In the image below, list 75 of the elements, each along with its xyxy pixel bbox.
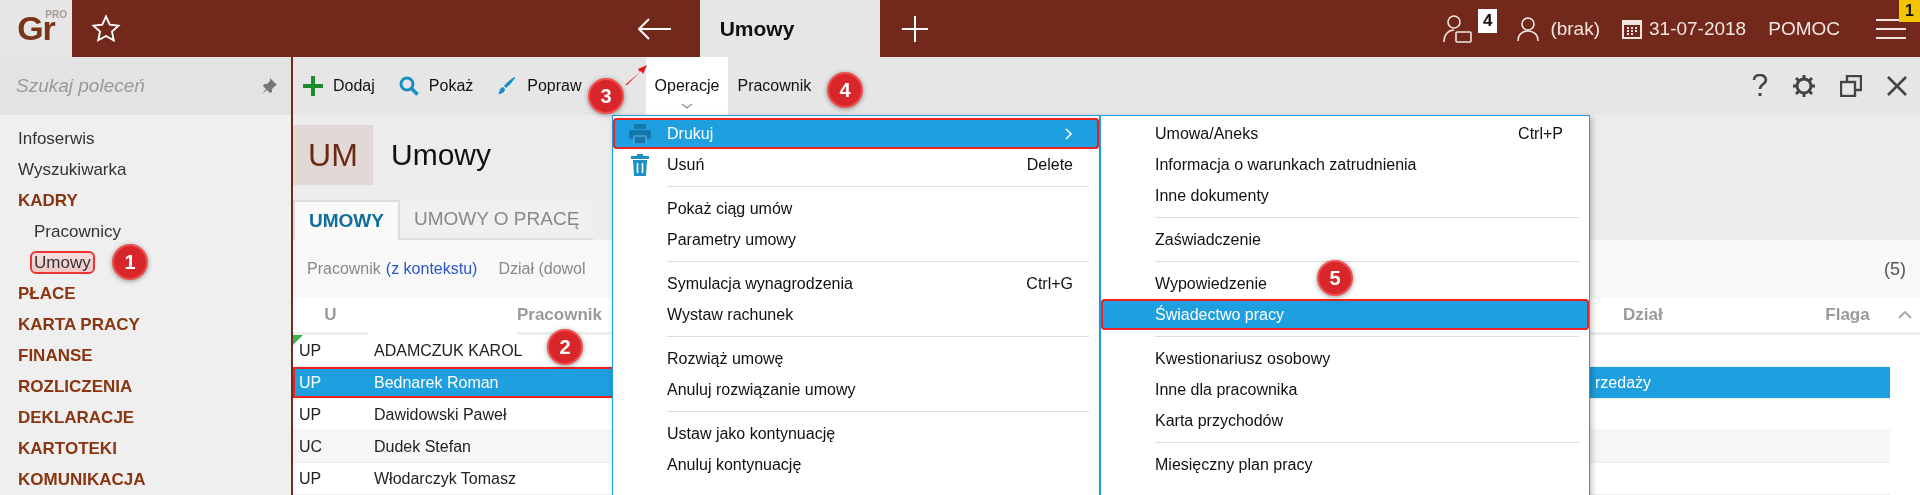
- user-label[interactable]: (brak): [1550, 17, 1600, 40]
- calendar-icon: [1622, 18, 1642, 39]
- printer-icon: [629, 123, 651, 144]
- table-cell: UP: [299, 373, 322, 392]
- menu-item[interactable]: Inne dla pracownika: [1101, 374, 1589, 405]
- menu-item[interactable]: Anuluj rozwiązanie umowy: [613, 374, 1099, 405]
- nav-item[interactable]: Infoserwis: [16, 129, 97, 148]
- record-count: (5): [1884, 258, 1906, 280]
- search-input[interactable]: Szukaj poleceń: [14, 74, 238, 98]
- chevron-down-icon: [681, 103, 693, 109]
- tab[interactable]: UMOWY: [293, 200, 400, 240]
- table-cell: Dawidowski Paweł: [374, 405, 507, 424]
- menu-item[interactable]: Wystaw rachunek: [613, 299, 1099, 330]
- menu-item[interactable]: Usuń Delete: [613, 149, 1099, 180]
- user-card-icon[interactable]: [1443, 13, 1474, 44]
- table-cell: rzedaży: [1595, 373, 1652, 392]
- menu-item[interactable]: Zaświadczenie: [1101, 224, 1589, 255]
- toolbar-button[interactable]: Dodaj: [303, 76, 375, 96]
- table-cell: Włodarczyk Tomasz: [374, 469, 516, 488]
- menu-item[interactable]: Rozwiąż umowę: [613, 343, 1099, 374]
- settings-icon[interactable]: [1792, 74, 1816, 98]
- page-tab[interactable]: Umowy: [699, 0, 880, 57]
- nav-item[interactable]: PŁACE: [16, 284, 78, 303]
- table-cell: Dudek Stefan: [374, 437, 471, 456]
- menu-item[interactable]: Umowa/Aneks Ctrl+P: [1101, 118, 1589, 149]
- plus-icon: [303, 76, 323, 96]
- menu-item[interactable]: Miesięczny plan pracy: [1101, 449, 1589, 480]
- table-cell: Bednarek Roman: [374, 373, 499, 392]
- nav-item[interactable]: KARTOTEKI: [16, 439, 119, 458]
- search-field[interactable]: Szukaj poleceń: [0, 57, 291, 115]
- nav-item[interactable]: DEKLARACJE: [16, 408, 137, 427]
- menu-item[interactable]: Parametry umowy: [613, 224, 1099, 255]
- table-cell: UP: [299, 469, 322, 488]
- module-badge: UM: [293, 125, 373, 185]
- menu-item[interactable]: Pokaż ciąg umów: [613, 193, 1099, 224]
- pointer-arrow: [624, 64, 648, 86]
- help-link[interactable]: POMOC: [1768, 17, 1840, 40]
- menu-item[interactable]: Inne dokumenty: [1101, 180, 1589, 211]
- help-icon[interactable]: [1752, 74, 1768, 98]
- nav-item[interactable]: ROZLICZENIA: [16, 377, 135, 396]
- filter-link[interactable]: (z kontekstu): [385, 260, 478, 278]
- close-icon[interactable]: [1886, 75, 1908, 97]
- nav-item[interactable]: Wyszukiwarka: [16, 160, 129, 179]
- nav-item[interactable]: FINANSE: [16, 346, 95, 365]
- menu-item[interactable]: Karta przychodów: [1101, 405, 1589, 436]
- menu-button[interactable]: Pracownik: [728, 57, 821, 115]
- table-cell: ADAMCZUK KAROL: [374, 341, 523, 360]
- date-label[interactable]: 31-07-2018: [1649, 17, 1747, 40]
- menu-button[interactable]: Operacje: [645, 57, 729, 115]
- chevron-right-icon: [1065, 127, 1073, 140]
- brush-icon: [497, 76, 518, 96]
- table-cell: UC: [299, 437, 323, 456]
- table-cell: UP: [299, 405, 322, 424]
- page-title: Umowy: [391, 138, 491, 172]
- menu-item[interactable]: Symulacja wynagrodzenia Ctrl+G: [613, 268, 1099, 299]
- menu-item[interactable]: Anuluj kontynuację: [613, 449, 1099, 480]
- nav-item[interactable]: KADRY: [16, 191, 80, 210]
- table-cell: UP: [299, 341, 322, 360]
- menu-item[interactable]: Ustaw jako kontynuację: [613, 418, 1099, 449]
- nav-item[interactable]: KARTA PRACY: [16, 315, 142, 334]
- restore-window-icon[interactable]: [1840, 75, 1862, 97]
- toolbar-button[interactable]: Popraw: [497, 76, 582, 96]
- notification-badge: 1: [1899, 0, 1920, 22]
- count-badge: 4: [1477, 8, 1498, 33]
- search-icon: [398, 76, 419, 96]
- pin-icon[interactable]: [261, 78, 277, 94]
- menu-icon[interactable]: [1876, 18, 1906, 39]
- filter-label: Pracownik: [307, 260, 381, 278]
- nav-item[interactable]: Pracownicy: [32, 222, 123, 241]
- toolbar-button[interactable]: Pokaż: [398, 76, 474, 96]
- nav-item[interactable]: Umowy: [32, 253, 93, 272]
- nav-item[interactable]: KOMUNIKACJA: [16, 470, 148, 489]
- trash-icon: [631, 153, 649, 176]
- menu-item[interactable]: Informacja o warunkach zatrudnienia: [1101, 149, 1589, 180]
- menu-item[interactable]: Kwestionariusz osobowy: [1101, 343, 1589, 374]
